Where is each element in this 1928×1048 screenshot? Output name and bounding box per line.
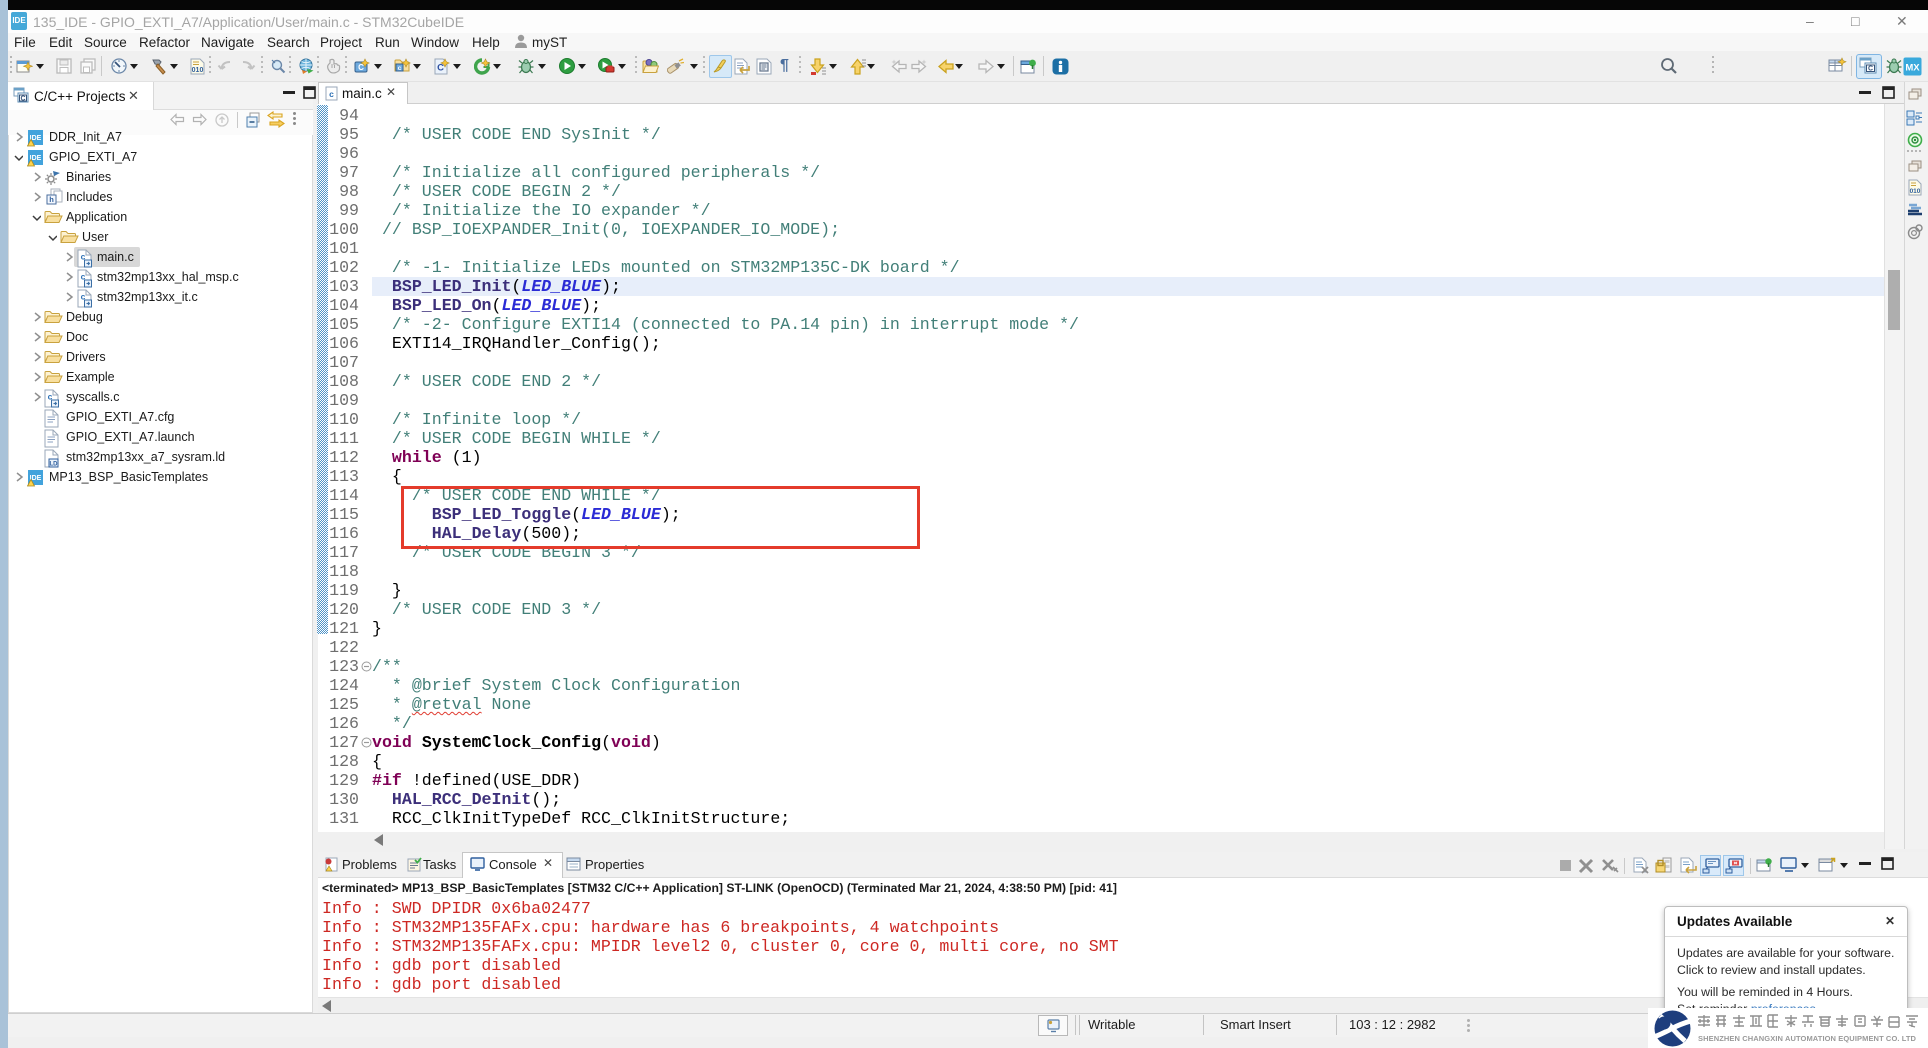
svg-text:C: C xyxy=(20,96,25,103)
svg-text:010: 010 xyxy=(192,67,204,74)
svg-text:010: 010 xyxy=(1910,188,1921,195)
svg-text:C: C xyxy=(1868,66,1873,73)
svg-text:c: c xyxy=(329,89,334,99)
svg-text:h: h xyxy=(49,195,54,204)
svg-text:MX: MX xyxy=(1905,63,1920,74)
svg-text:C: C xyxy=(358,63,364,72)
svg-text:c: c xyxy=(398,65,402,72)
